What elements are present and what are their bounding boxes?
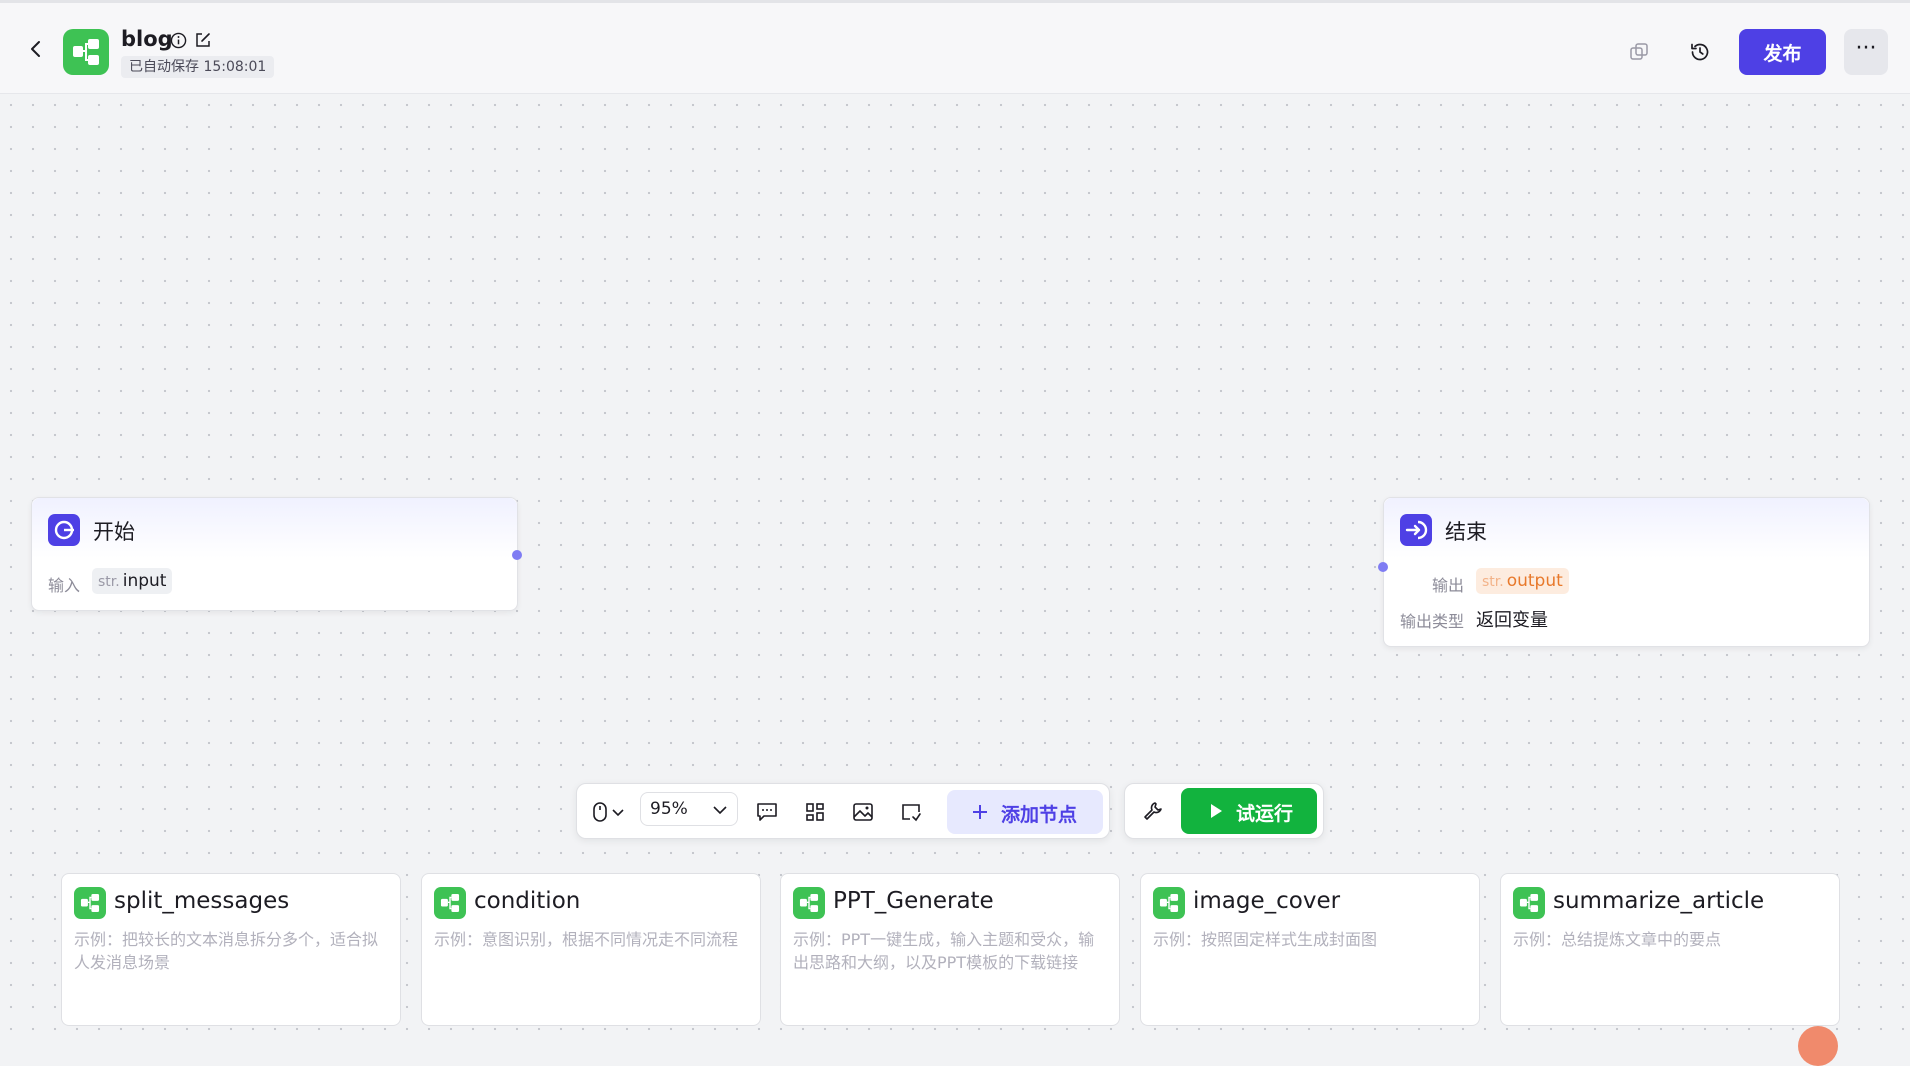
zoom-value: 95% (650, 799, 688, 819)
canvas-toolbar: 95% 添加节点 (576, 783, 1110, 839)
template-card[interactable]: summarize_article 示例：总结提炼文章中的要点 (1500, 873, 1840, 1026)
template-title: image_cover (1193, 888, 1341, 914)
debug-tools-icon[interactable] (1141, 799, 1165, 823)
template-title: summarize_article (1553, 888, 1765, 914)
history-icon[interactable] (1688, 40, 1712, 64)
input-variable-name: input (122, 571, 167, 591)
floating-assistant-button[interactable] (1798, 1026, 1838, 1066)
template-card[interactable]: PPT_Generate 示例：PPT一键生成，输入主题和受众，输出思路和大纲，… (780, 873, 1120, 1026)
plus-icon (973, 805, 987, 819)
input-type-prefix: str. (98, 574, 120, 590)
start-output-port[interactable] (512, 550, 522, 560)
template-workflow-icon (434, 887, 466, 919)
fit-view-icon[interactable] (899, 800, 923, 824)
play-icon (1211, 804, 1222, 818)
test-run-label: 试运行 (1236, 803, 1294, 825)
output-variable-tag: str. output (1476, 568, 1569, 594)
template-card[interactable]: condition 示例：意图识别，根据不同情况走不同流程 (421, 873, 761, 1026)
template-description: 示例：总结提炼文章中的要点 (1513, 930, 1722, 949)
template-workflow-icon (1153, 887, 1185, 919)
template-workflow-icon (793, 887, 825, 919)
zoom-chevron-icon (713, 806, 727, 815)
output-type-value: 返回变量 (1476, 610, 1548, 631)
minimap-icon[interactable] (851, 800, 875, 824)
template-description: 示例：意图识别，根据不同情况走不同流程 (434, 930, 739, 949)
template-description: 示例：PPT一键生成，输入主题和受众，输出思路和大纲，以及PPT模板的下载链接 (793, 930, 1095, 972)
add-node-button[interactable]: 添加节点 (947, 790, 1103, 834)
layout-grid-icon[interactable] (803, 800, 827, 824)
comment-icon[interactable] (755, 800, 779, 824)
run-toolbar: 试运行 (1124, 783, 1324, 839)
template-card[interactable]: split_messages 示例：把较长的文本消息拆分多个，适合拟人发消息场景 (61, 873, 401, 1026)
template-description: 示例：按照固定样式生成封面图 (1153, 930, 1378, 949)
workflow-app-icon (63, 29, 109, 75)
mouse-mode-icon[interactable] (589, 800, 613, 824)
copy-icon[interactable] (1627, 40, 1651, 64)
template-card[interactable]: image_cover 示例：按照固定样式生成封面图 (1140, 873, 1480, 1026)
info-icon[interactable] (170, 32, 187, 49)
input-variable-tag: str. input (92, 568, 173, 594)
add-node-label: 添加节点 (1001, 804, 1078, 826)
template-title: condition (474, 888, 581, 914)
start-node-title: 开始 (93, 520, 135, 544)
template-workflow-icon (1513, 887, 1545, 919)
template-title: PPT_Generate (833, 888, 994, 914)
start-node-icon (48, 514, 80, 546)
test-run-button[interactable]: 试运行 (1181, 788, 1317, 834)
template-title: split_messages (114, 888, 290, 914)
start-node[interactable]: 开始 输入 str. input (31, 497, 522, 611)
output-variable-name: output (1506, 571, 1563, 591)
end-node-icon (1400, 514, 1432, 546)
output-type-label: 输出类型 (1400, 612, 1465, 631)
autosave-status: 已自动保存 15:08:01 (121, 56, 275, 78)
chevron-down-icon[interactable] (611, 800, 625, 824)
publish-button[interactable]: 发布 (1739, 29, 1826, 75)
edit-icon[interactable] (194, 31, 212, 49)
template-workflow-icon (74, 887, 106, 919)
app-name: blog (121, 27, 173, 51)
input-label: 输入 (48, 576, 81, 595)
output-label: 输出 (1432, 576, 1465, 595)
back-arrow-icon[interactable] (24, 37, 48, 61)
top-bar: blog 已自动保存 15:08:01 发布 ··· (0, 0, 1910, 94)
end-node-title: 结束 (1445, 520, 1487, 544)
output-type-prefix: str. (1482, 574, 1504, 590)
end-node[interactable]: 结束 输出 str. output 输出类型 返回变量 (1378, 497, 1870, 647)
end-input-port[interactable] (1378, 562, 1388, 572)
more-options-button[interactable]: ··· (1844, 29, 1888, 75)
template-description: 示例：把较长的文本消息拆分多个，适合拟人发消息场景 (74, 930, 379, 972)
zoom-select[interactable]: 95% (640, 792, 738, 826)
